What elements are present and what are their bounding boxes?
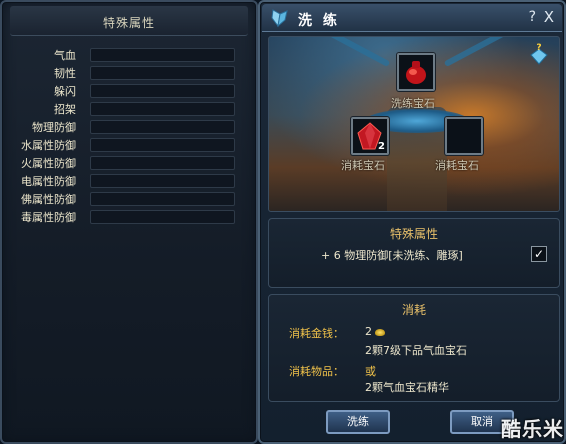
special-attribute-checkbox[interactable]: ✓ xyxy=(531,246,547,262)
attribute-label: 韧性 xyxy=(54,67,76,80)
attribute-value-box xyxy=(90,210,235,224)
refine-gem-slot-label: 洗练宝石 xyxy=(391,97,435,110)
attribute-value-box xyxy=(90,120,235,134)
attribute-label: 物理防御 xyxy=(32,121,76,134)
attribute-value-box xyxy=(90,66,235,80)
attribute-label: 毒属性防御 xyxy=(21,211,76,224)
money-cost-item: 2颗7级下品气血宝石 xyxy=(365,344,467,357)
refine-gem-slot[interactable] xyxy=(397,53,435,91)
refine-button[interactable]: 洗练 xyxy=(326,410,390,434)
attribute-row: 躲闪 xyxy=(14,82,254,100)
gold-coin-icon xyxy=(375,328,385,336)
special-attribute-box: 特殊属性 + 6 物理防御[未洗练、雕琢] ✓ xyxy=(268,218,560,288)
gem-help-icon[interactable]: ? xyxy=(529,43,549,65)
refine-scene: ? 洗练宝石 2 消耗宝石 消耗宝石 xyxy=(268,36,560,212)
attribute-label: 水属性防御 xyxy=(21,139,76,152)
blood-gem-icon xyxy=(406,61,426,84)
cost-box: 消耗 消耗金钱： 2 2颗7级下品气血宝石 消耗物品： 或 2颗气血宝石精华 xyxy=(268,294,560,402)
svg-text:?: ? xyxy=(536,43,541,53)
consume-gem-slot-left-label: 消耗宝石 xyxy=(341,159,385,172)
close-button[interactable]: X xyxy=(544,8,554,26)
help-button[interactable]: ? xyxy=(529,9,536,25)
attribute-panel-title: 特殊属性 xyxy=(102,16,155,30)
refine-dialog-header: 洗 练 ? X xyxy=(262,4,562,32)
attribute-row: 佛属性防御 xyxy=(14,190,254,208)
attribute-row: 物理防御 xyxy=(14,118,254,136)
attribute-value-box xyxy=(90,138,235,152)
attribute-row: 气血 xyxy=(14,46,254,64)
refine-dialog: 洗 练 ? X ? 洗练宝石 2 消耗宝石 消耗宝石 特殊属性 + 6 物理防御… xyxy=(258,0,566,444)
special-attribute-line: + 6 物理防御[未洗练、雕琢] xyxy=(321,249,463,262)
attribute-row: 火属性防御 xyxy=(14,154,254,172)
altar-arm-left xyxy=(325,37,391,68)
attribute-list: 气血 韧性 躲闪 招架 物理防御 水属性防御 火属性防御 电属性防御 佛属性防御… xyxy=(14,46,254,226)
consume-gem-slot-right[interactable] xyxy=(445,117,483,155)
attribute-row: 电属性防御 xyxy=(14,172,254,190)
crystal-icon xyxy=(271,9,288,28)
cost-title: 消耗 xyxy=(401,303,426,317)
attribute-value-box xyxy=(90,84,235,98)
attribute-row: 毒属性防御 xyxy=(14,208,254,226)
refine-dialog-title: 洗 练 xyxy=(298,13,340,29)
watermark-logo: 酷乐米 xyxy=(501,417,564,441)
attribute-label: 电属性防御 xyxy=(21,175,76,188)
attribute-label: 佛属性防御 xyxy=(21,193,76,206)
attribute-row: 招架 xyxy=(14,100,254,118)
attribute-label: 火属性防御 xyxy=(21,157,76,170)
item-cost-or: 或 xyxy=(365,365,376,378)
money-cost-value: 2 xyxy=(365,325,385,338)
money-cost-label: 消耗金钱： xyxy=(289,327,344,340)
consume-gem-slot-right-label: 消耗宝石 xyxy=(435,159,479,172)
attribute-label: 招架 xyxy=(54,103,76,116)
altar-arm-right xyxy=(443,37,509,68)
attribute-value-box xyxy=(90,102,235,116)
item-cost-value: 2颗气血宝石精华 xyxy=(365,381,449,394)
attribute-row: 韧性 xyxy=(14,64,254,82)
consume-gem-slot-left[interactable]: 2 xyxy=(351,117,389,155)
attribute-row: 水属性防御 xyxy=(14,136,254,154)
attribute-label: 气血 xyxy=(54,49,76,62)
attribute-value-box xyxy=(90,174,235,188)
attribute-value-box xyxy=(90,156,235,170)
item-cost-label: 消耗物品： xyxy=(289,365,344,378)
gem-count: 2 xyxy=(378,141,385,152)
attribute-value-box xyxy=(90,192,235,206)
attribute-value-box xyxy=(90,48,235,62)
attribute-label: 躲闪 xyxy=(54,85,76,98)
attribute-panel: 特殊属性 气血 韧性 躲闪 招架 物理防御 水属性防御 火属性防御 电属性防御 … xyxy=(0,0,258,444)
money-amount: 2 xyxy=(365,325,372,338)
special-attribute-title: 特殊属性 xyxy=(389,227,438,241)
